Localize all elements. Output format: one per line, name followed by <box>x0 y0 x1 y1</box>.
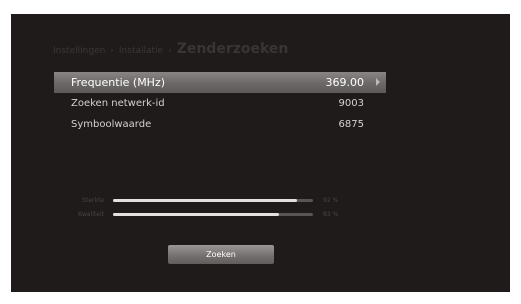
signal-strength-label: Sterkte <box>82 196 104 204</box>
settings-menu: Frequentie (MHz) 369.00 Zoeken netwerk-i… <box>54 72 386 135</box>
signal-strength-bar <box>113 198 313 202</box>
search-button[interactable]: Zoeken <box>168 245 274 264</box>
menu-row-symbol-rate[interactable]: Symboolwaarde 6875 <box>54 114 386 135</box>
breadcrumb-item-settings[interactable]: Instellingen <box>53 46 105 56</box>
signal-strength-fill <box>113 198 297 202</box>
breadcrumb-separator: › <box>168 46 172 56</box>
menu-row-network-id[interactable]: Zoeken netwerk-id 9003 <box>54 93 386 114</box>
chevron-right-icon <box>376 78 380 86</box>
tv-screen: Instellingen › Installatie › Zenderzoeke… <box>11 14 510 292</box>
signal-strength-value: 92 % <box>323 196 339 204</box>
breadcrumb: Instellingen › Installatie › Zenderzoeke… <box>53 41 288 57</box>
menu-row-label: Symboolwaarde <box>71 119 152 130</box>
signal-quality-value: 83 % <box>323 210 339 218</box>
menu-row-value: 6875 <box>338 119 364 130</box>
signal-quality-fill <box>113 212 279 216</box>
signal-quality-meter: Kwaliteit 83 % <box>55 208 365 220</box>
menu-row-value: 9003 <box>338 98 364 109</box>
breadcrumb-separator: › <box>110 46 114 56</box>
menu-row-label: Frequentie (MHz) <box>71 76 166 89</box>
signal-strength-meter: Sterkte 92 % <box>55 194 365 206</box>
breadcrumb-item-installation[interactable]: Installatie <box>119 46 163 56</box>
signal-quality-label: Kwaliteit <box>78 210 104 218</box>
menu-row-value: 369.00 <box>325 76 365 89</box>
signal-quality-bar <box>113 212 313 216</box>
menu-row-frequency[interactable]: Frequentie (MHz) 369.00 <box>54 72 386 93</box>
menu-row-label: Zoeken netwerk-id <box>71 98 165 109</box>
page-title: Zenderzoeken <box>176 41 289 57</box>
